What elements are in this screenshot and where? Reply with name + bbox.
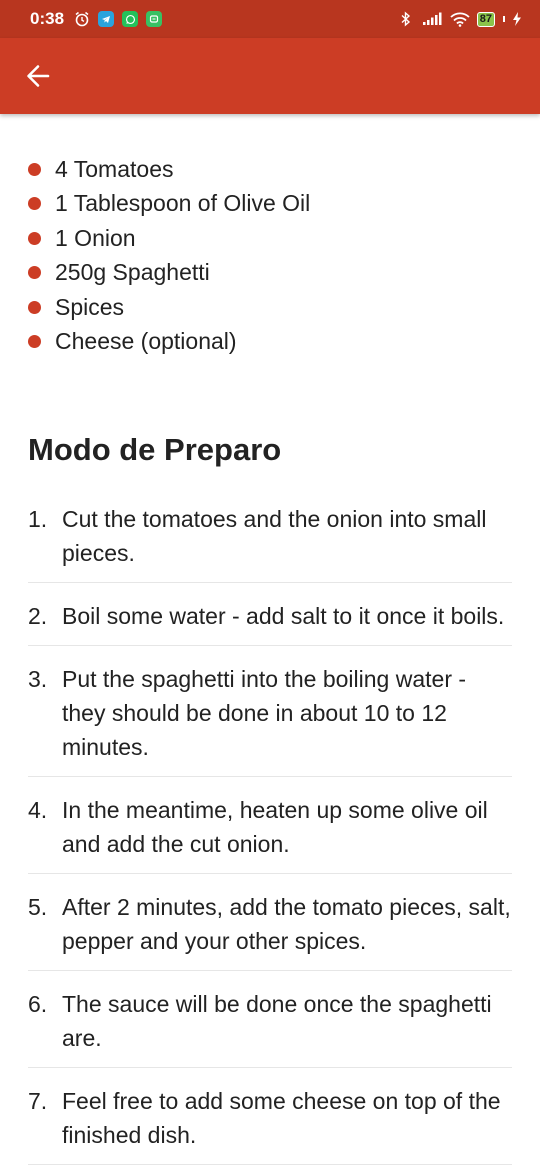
ingredient-item: Cheese (optional)	[0, 325, 310, 360]
alarm-icon	[74, 11, 90, 27]
step-number: 5.	[28, 894, 48, 920]
step-item: 3. Put the spaghetti into the boiling wa…	[28, 658, 512, 777]
ingredient-label: Cheese (optional)	[55, 328, 237, 355]
step-number: 3.	[28, 666, 48, 692]
bullet-icon	[28, 300, 41, 314]
wifi-icon	[450, 11, 470, 27]
app-icon	[146, 11, 163, 27]
back-button[interactable]	[20, 58, 56, 94]
bullet-icon	[28, 162, 41, 176]
step-text: The sauce will be done once the spaghett…	[62, 991, 492, 1051]
ingredients-list: 4 Tomatoes 1 Tablespoon of Olive Oil 1 O…	[0, 152, 310, 359]
status-right: 87	[398, 11, 522, 27]
step-text: After 2 minutes, add the tomato pieces, …	[62, 894, 511, 954]
step-text: Put the spaghetti into the boiling water…	[62, 666, 467, 760]
arrow-left-icon	[27, 65, 50, 87]
telegram-icon	[98, 11, 115, 27]
signal-icon	[421, 11, 443, 27]
ingredient-item: 4 Tomatoes	[0, 152, 310, 187]
step-number: 7.	[28, 1088, 48, 1114]
step-item: 7. Feel free to add some cheese on top o…	[28, 1080, 512, 1165]
bluetooth-icon	[398, 11, 414, 27]
step-item: 2. Boil some water - add salt to it once…	[28, 595, 512, 646]
bullet-icon	[28, 335, 41, 349]
step-item: 1. Cut the tomatoes and the onion into s…	[28, 498, 512, 583]
step-text: Feel free to add some cheese on top of t…	[62, 1088, 501, 1148]
ingredient-label: 250g Spaghetti	[55, 259, 210, 286]
step-number: 1.	[28, 506, 48, 532]
ingredient-item: Spices	[0, 290, 310, 325]
ingredient-item: 250g Spaghetti	[0, 256, 310, 291]
step-text: Boil some water - add salt to it once it…	[62, 603, 505, 629]
steps-list: 1. Cut the tomatoes and the onion into s…	[28, 498, 512, 1170]
bullet-icon	[28, 197, 41, 211]
step-text: In the meantime, heaten up some olive oi…	[62, 797, 488, 857]
charging-icon	[512, 11, 522, 27]
whatsapp-icon	[122, 11, 139, 27]
battery-tip	[503, 16, 505, 22]
step-number: 6.	[28, 991, 48, 1017]
battery-icon: 87	[476, 11, 495, 27]
ingredient-label: 4 Tomatoes	[55, 155, 174, 182]
step-number: 4.	[28, 797, 48, 823]
status-left: 0:38	[30, 9, 398, 29]
step-number: 2.	[28, 603, 48, 629]
status-time: 0:38	[30, 9, 65, 28]
status-bar: 0:38 87	[0, 0, 540, 38]
ingredient-item: 1 Onion	[0, 221, 310, 256]
bullet-icon	[28, 266, 41, 280]
ingredient-item: 1 Tablespoon of Olive Oil	[0, 187, 310, 222]
ingredient-label: 1 Onion	[55, 224, 136, 251]
step-text: Cut the tomatoes and the onion into smal…	[62, 506, 487, 566]
step-item: 4. In the meantime, heaten up some olive…	[28, 789, 512, 874]
ingredient-label: 1 Tablespoon of Olive Oil	[55, 190, 311, 217]
ingredient-label: Spices	[55, 293, 125, 320]
step-item: 6. The sauce will be done once the spagh…	[28, 983, 512, 1068]
app-bar	[0, 38, 540, 114]
step-item: 5. After 2 minutes, add the tomato piece…	[28, 886, 512, 971]
battery-level: 87	[479, 13, 492, 25]
bullet-icon	[28, 231, 41, 245]
recipe-content[interactable]: 4 Tomatoes 1 Tablespoon of Olive Oil 1 O…	[0, 114, 540, 1170]
preparation-title: Modo de Preparo	[28, 432, 282, 467]
